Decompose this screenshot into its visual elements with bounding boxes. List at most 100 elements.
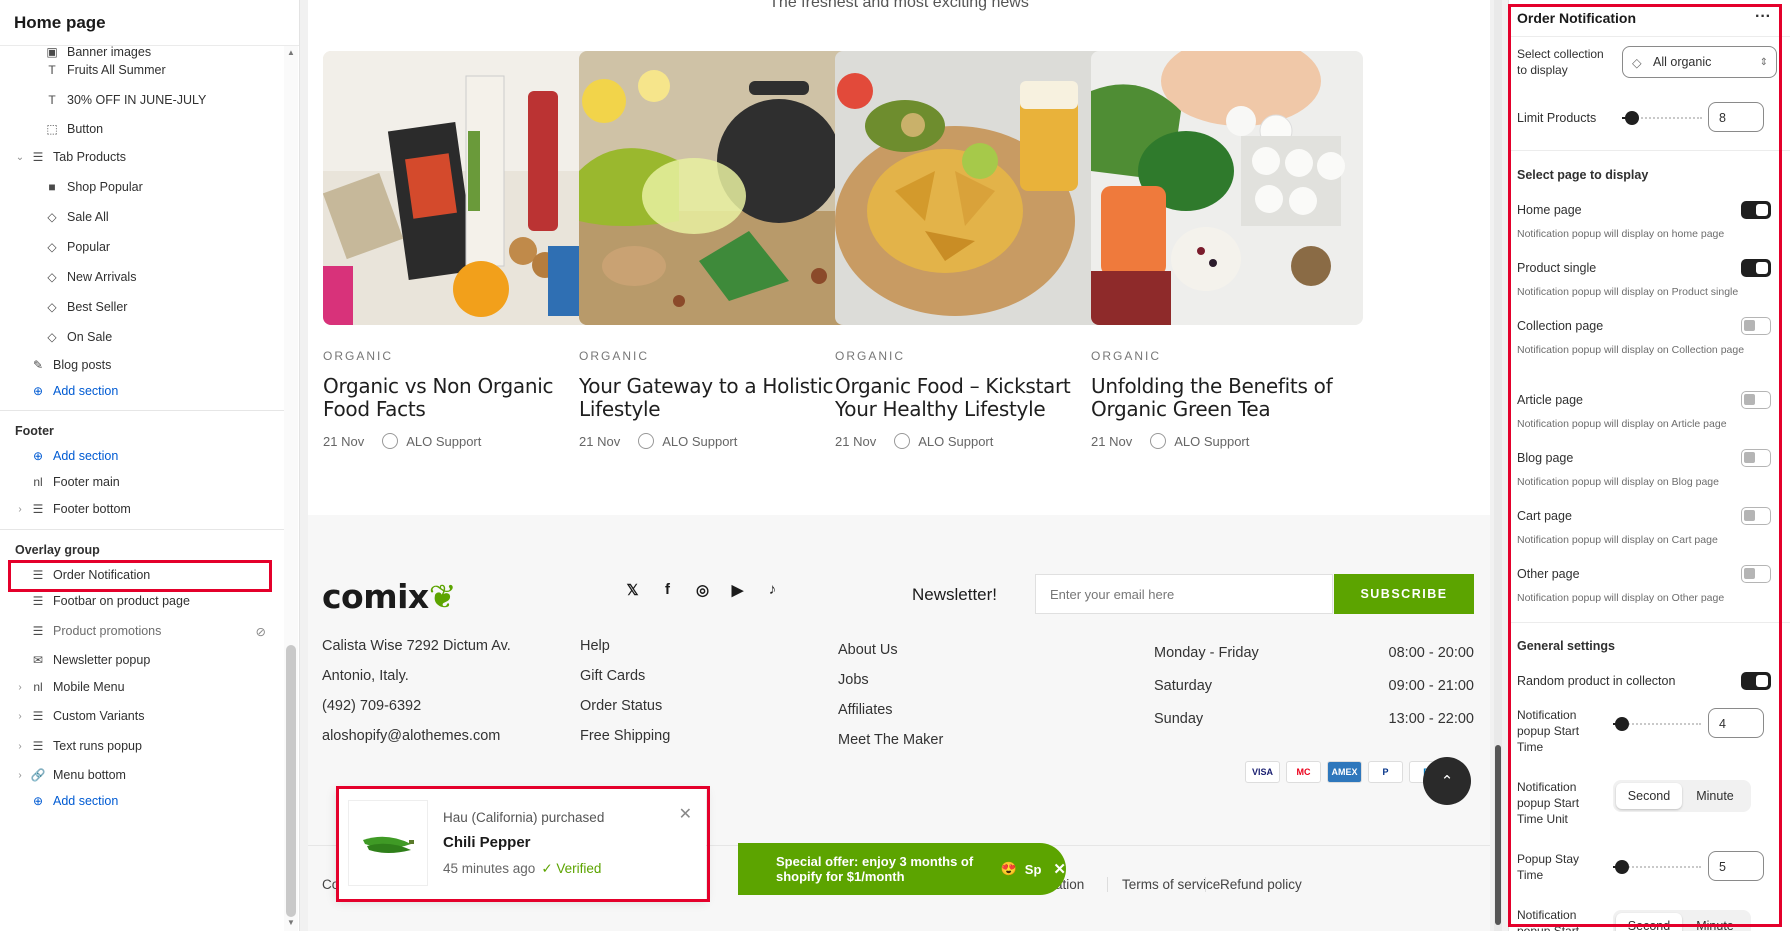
blog-meta: 21 Nov ALO Support — [1091, 433, 1250, 449]
sidebar-item-button[interactable]: ⬚ Button — [44, 115, 103, 143]
refund-link[interactable]: Refund policy — [1205, 877, 1302, 892]
sidebar-item-footbar[interactable]: ☰ Footbar on product page — [30, 587, 190, 615]
footer-contact: Calista Wise 7292 Dictum Av. Antonio, It… — [322, 638, 511, 744]
scroll-up-icon[interactable]: ▲ — [286, 48, 296, 57]
chevron-right-icon[interactable]: › — [14, 504, 26, 515]
sidebar-item-product-promotions[interactable]: ☰ Product promotions ⊘ — [30, 617, 266, 645]
footer-links-about: About Us Jobs Affiliates Meet The Maker — [838, 642, 943, 762]
footer-link[interactable]: Free Shipping — [580, 728, 670, 758]
footer-icon: nl — [33, 475, 43, 489]
sidebar-item-fruits[interactable]: T Fruits All Summer — [44, 56, 165, 84]
blog-image-chips[interactable] — [835, 51, 1107, 325]
amex-icon: AMEX — [1327, 761, 1362, 783]
opening-hours: Monday - Friday 08:00 - 20:00 Saturday 09:… — [1154, 645, 1474, 727]
blog-image-groceries[interactable] — [1091, 51, 1363, 325]
terms-link[interactable]: Terms of service — [1107, 877, 1220, 892]
blog-title[interactable]: Your Gateway to a Holistic Lifestyle — [579, 375, 851, 421]
chevron-down-icon[interactable]: ⌄ — [14, 152, 26, 163]
sidebar-item-custom-variants[interactable]: › ☰ Custom Variants — [14, 702, 144, 730]
sidebar-item-shop-popular[interactable]: ■ Shop Popular — [44, 173, 142, 201]
blog-title[interactable]: Unfolding the Benefits of Organic Green … — [1091, 375, 1363, 421]
paypal-icon: P — [1368, 761, 1403, 783]
chevron-right-icon[interactable]: › — [14, 682, 26, 693]
add-section-button[interactable]: ⊕ Add section — [30, 377, 118, 405]
preview-scroll-thumb[interactable] — [1495, 745, 1501, 925]
facebook-icon[interactable]: f — [658, 580, 677, 599]
close-icon[interactable]: ✕ — [1053, 860, 1066, 878]
footer-link[interactable]: Affiliates — [838, 702, 943, 732]
preview-scrollbar[interactable] — [1494, 0, 1502, 931]
payment-icons: VISA MC AMEX P D — [1245, 761, 1444, 783]
user-icon — [382, 433, 399, 449]
emoji-icon: 😍 — [1000, 861, 1017, 876]
tag-icon: ◇ — [47, 300, 57, 314]
blog-meta: 21 Nov ALO Support — [579, 433, 738, 449]
brand-logo[interactable]: comix❦ — [322, 577, 456, 616]
chevron-right-icon[interactable]: › — [14, 711, 26, 722]
blog-card[interactable]: ORGANIC Unfolding the Benefits of Organi… — [1091, 51, 1363, 449]
sidebar-item-footer-bottom[interactable]: › ☰ Footer bottom — [14, 495, 131, 523]
sidebar-scroll-thumb[interactable] — [286, 645, 296, 917]
blog-title[interactable]: Organic Food – Kickstart Your Healthy Li… — [835, 375, 1107, 421]
visa-icon: VISA — [1245, 761, 1280, 783]
footer-link[interactable]: Help — [580, 638, 670, 668]
youtube-icon[interactable]: ▶ — [728, 580, 747, 599]
block-icon: ■ — [48, 180, 56, 194]
subscribe-button[interactable]: SUBSCRIBE — [1334, 574, 1474, 614]
section-icon: ☰ — [32, 709, 44, 723]
footer-link[interactable]: Meet The Maker — [838, 732, 943, 762]
user-icon — [894, 433, 911, 449]
sidebar-item-new-arrivals[interactable]: ◇ New Arrivals — [44, 263, 136, 291]
chevron-right-icon[interactable]: › — [14, 741, 26, 752]
footer-link[interactable]: Jobs — [838, 672, 943, 702]
sidebar-item-popular[interactable]: ◇ Popular — [44, 233, 110, 261]
highlight-box — [1508, 4, 1782, 927]
instagram-icon[interactable]: ◎ — [693, 580, 712, 599]
footer-link[interactable]: Gift Cards — [580, 668, 670, 698]
sidebar-item-blog-posts[interactable]: ✎ Blog posts — [30, 351, 111, 379]
blog-title[interactable]: Organic vs Non Organic Food Facts — [323, 375, 595, 421]
sidebar-item-on-sale[interactable]: ◇ On Sale — [44, 323, 112, 351]
back-to-top-button[interactable]: ⌃ — [1423, 757, 1471, 805]
blog-category: ORGANIC — [1091, 349, 1162, 363]
highlight-box — [336, 786, 710, 902]
link-icon: 🔗 — [30, 768, 46, 782]
plus-circle-icon: ⊕ — [32, 794, 44, 808]
plus-circle-icon: ⊕ — [32, 384, 44, 398]
social-links: 𝕏 f ◎ ▶ ♪ — [623, 580, 782, 599]
sidebar-item-newsletter-popup[interactable]: ✉ Newsletter popup — [30, 646, 150, 674]
section-icon: ☰ — [32, 150, 44, 164]
blog-category: ORGANIC — [835, 349, 906, 363]
user-icon — [638, 433, 655, 449]
chevron-right-icon[interactable]: › — [14, 770, 26, 781]
section-icon: ☰ — [32, 739, 44, 753]
footer-add-section-button[interactable]: ⊕ Add section — [30, 442, 118, 470]
sidebar-item-footer-main[interactable]: nl Footer main — [30, 468, 119, 496]
plus-circle-icon: ⊕ — [32, 449, 44, 463]
tiktok-icon[interactable]: ♪ — [763, 580, 782, 599]
blog-image-pantry[interactable] — [323, 51, 595, 325]
sidebar-item-tab-products[interactable]: ⌄ ☰ Tab Products — [14, 143, 126, 171]
footer-link[interactable]: About Us — [838, 642, 943, 672]
sidebar-item-menu-bottom[interactable]: › 🔗 Menu bottom — [14, 761, 126, 789]
blog-image-tea[interactable] — [579, 51, 851, 325]
sidebar-item-off[interactable]: T 30% OFF IN JUNE-JULY — [44, 86, 206, 114]
x-icon[interactable]: 𝕏 — [623, 580, 642, 599]
sidebar-item-text-runs[interactable]: › ☰ Text runs popup — [14, 732, 142, 760]
theme-editor-sidebar: Home page ▣ Banner images T Fruits All Sum… — [0, 0, 300, 931]
eye-off-icon[interactable]: ⊘ — [256, 624, 266, 639]
sidebar-item-sale-all[interactable]: ◇ Sale All — [44, 203, 108, 231]
sidebar-item-best-seller[interactable]: ◇ Best Seller — [44, 293, 127, 321]
mastercard-icon: MC — [1286, 761, 1321, 783]
newsletter-email-input[interactable]: Enter your email here — [1035, 574, 1333, 614]
footer-group-title: Footer — [15, 424, 54, 438]
blog-card[interactable]: ORGANIC Organic Food – Kickstart Your He… — [835, 51, 1107, 449]
sidebar-item-mobile-menu[interactable]: › nl Mobile Menu — [14, 673, 124, 701]
blog-card[interactable]: ORGANIC Your Gateway to a Holistic Lifes… — [579, 51, 851, 449]
chevron-up-icon: ⌃ — [1440, 773, 1454, 790]
offer-bar[interactable]: Special offer: enjoy 3 months of shopify… — [738, 843, 1066, 895]
scroll-down-icon[interactable]: ▼ — [286, 918, 296, 927]
footer-link[interactable]: Order Status — [580, 698, 670, 728]
overlay-add-section-button[interactable]: ⊕ Add section — [30, 787, 118, 815]
blog-card[interactable]: ORGANIC Organic vs Non Organic Food Fact… — [323, 51, 595, 449]
